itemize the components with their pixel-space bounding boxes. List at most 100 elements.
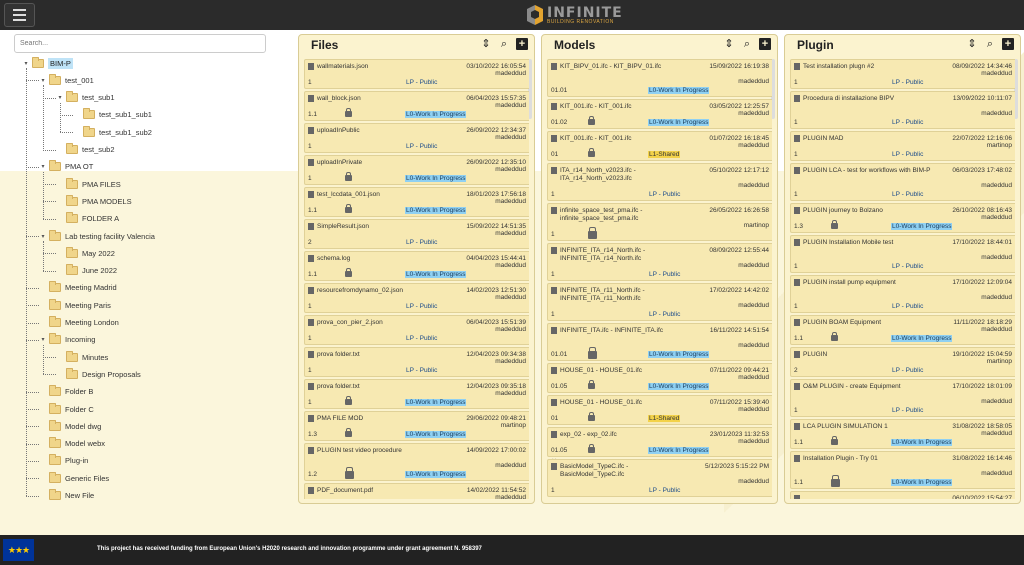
tree-node-label: PMA FILES — [82, 179, 121, 189]
list-item[interactable]: HOUSE_01 - HOUSE_01.ifc 07/11/2022 09:44:… — [547, 363, 772, 393]
collapse-toggle-icon[interactable]: ▾ — [22, 60, 30, 67]
tree-node[interactable]: test_sub1_sub2 — [73, 125, 152, 139]
document-icon — [308, 223, 314, 230]
sort-icon[interactable]: ⇕ — [480, 38, 492, 50]
lock-icon — [345, 428, 352, 437]
search-icon[interactable]: ⌕ — [741, 38, 753, 50]
document-icon — [794, 383, 800, 390]
tree-node[interactable]: PMA FILES — [56, 177, 121, 191]
tree-node[interactable]: ▾ Lab testing facility Valencia — [39, 229, 155, 243]
list-item[interactable]: LCA PLUGIN SIMULATION 1 31/08/2022 18:58:… — [790, 419, 1015, 449]
item-version: 1.1 — [794, 479, 804, 486]
tree-node[interactable]: test_sub2 — [56, 143, 115, 157]
status-badge: LP - Public — [892, 79, 924, 86]
sort-icon[interactable]: ⇕ — [966, 38, 978, 50]
tree-node[interactable]: Plug-in — [39, 454, 88, 468]
list-item[interactable]: PLUGIN BOAM Equipment 11/11/2022 18:18:29… — [790, 315, 1015, 345]
tree-node[interactable]: Model webx — [39, 437, 105, 451]
folder-icon — [49, 402, 61, 414]
tree-node[interactable]: PMA MODELS — [56, 194, 132, 208]
add-icon[interactable]: + — [759, 38, 771, 50]
tree-node[interactable]: Folder B — [39, 385, 93, 399]
collapse-toggle-icon[interactable]: ▾ — [39, 77, 47, 84]
item-name: test_lccdata_001.json — [317, 191, 380, 198]
collapse-toggle-icon[interactable]: ▾ — [39, 163, 47, 170]
tree-node[interactable]: ▾ test_sub1 — [56, 91, 115, 105]
list-item[interactable]: KIT_001.ifc - KIT_001.ifc 01/07/2022 16:1… — [547, 131, 772, 161]
list-item[interactable]: ITA_r14_North_v2023.ifc - ITA_r14_North_… — [547, 163, 772, 201]
list-item[interactable]: PLUGIN 19/10/2022 15:04:59 martinop 2 LP - P… — [790, 347, 1015, 377]
tree-node[interactable]: ▾ test_001 — [39, 73, 94, 87]
panel-plugin: Plugin ⇕ ⌕ + Test installation plugn #2 08/09… — [784, 34, 1021, 504]
collapse-toggle-icon[interactable]: ▾ — [56, 94, 64, 101]
tree-node[interactable]: Meeting London — [39, 316, 119, 330]
list-item[interactable]: 06/10/2022 15:54:271LP - Public — [790, 491, 1015, 499]
tree-node[interactable]: FOLDER A — [56, 212, 119, 226]
add-icon[interactable]: + — [516, 38, 528, 50]
sort-icon[interactable]: ⇕ — [723, 38, 735, 50]
list-item[interactable]: PLUGIN journey to Bolzano 26/10/2022 08:1… — [790, 203, 1015, 233]
search-input[interactable] — [14, 34, 266, 53]
tree-node-label: Meeting Paris — [65, 300, 111, 310]
list-item[interactable]: prova folder.txt 12/04/2023 09:34:38 maded… — [304, 347, 529, 377]
list-item[interactable]: INFINITE_ITA.ifc - INFINITE_ITA.ifc 16/11… — [547, 323, 772, 361]
list-item[interactable]: PLUGIN LCA - test for workflows with BIM… — [790, 163, 1015, 201]
list-item[interactable]: BasicModel_TypeC.ifc - BasicModel_TypeC.… — [547, 459, 772, 497]
tree-node[interactable]: ▾ Incoming — [39, 333, 95, 347]
list-item[interactable]: resourcefromdynamo_02.json 14/02/2023 12:… — [304, 283, 529, 313]
search-icon[interactable]: ⌕ — [498, 38, 510, 50]
list-item[interactable]: PLUGIN install pump equipment 17/10/2022 … — [790, 275, 1015, 313]
list-item[interactable]: infinite_space_test_pma.ifc - infinite_s… — [547, 203, 772, 241]
list-item[interactable]: uploadInPublic 26/09/2022 12:34:37 madeddu… — [304, 123, 529, 153]
tree-node-label: PMA MODELS — [82, 196, 132, 206]
add-icon[interactable]: + — [1002, 38, 1014, 50]
list-item[interactable]: PDF_document.pdf 14/02/2022 11:54:52 maded… — [304, 483, 529, 499]
tree-node[interactable]: test_sub1_sub1 — [73, 108, 152, 122]
document-icon — [794, 95, 800, 102]
tree-node[interactable]: Meeting Madrid — [39, 281, 117, 295]
tree-node[interactable]: Minutes — [56, 350, 108, 364]
item-version: 2 — [794, 367, 798, 374]
status-badge: L1-Shared — [648, 151, 681, 158]
list-item[interactable]: HOUSE_01 - HOUSE_01.ifc 07/11/2022 15:39:… — [547, 395, 772, 425]
list-item[interactable]: PMA FILE MOD 29/06/2022 09:48:21 martinop 1… — [304, 411, 529, 441]
list-item[interactable]: KIT_BIPV_01.ifc - KIT_BIPV_01.ifc 15/09/2… — [547, 59, 772, 97]
tree-node[interactable]: Design Proposals — [56, 367, 141, 381]
tree-node[interactable]: May 2022 — [56, 246, 115, 260]
tree-node[interactable]: Meeting Paris — [39, 298, 111, 312]
list-item[interactable]: INFINITE_ITA_r14_North.ifc - INFINITE_IT… — [547, 243, 772, 281]
list-item[interactable]: test_lccdata_001.json 18/01/2023 17:56:18… — [304, 187, 529, 217]
list-item[interactable]: prova folder.txt 12/04/2023 09:35:18 maded… — [304, 379, 529, 409]
list-item[interactable]: Procedura di installazione BIPV 13/09/202… — [790, 91, 1015, 129]
tree-node[interactable]: Model dwg — [39, 419, 101, 433]
item-date: 06/03/2023 17:48:02 — [952, 167, 1012, 174]
list-item[interactable]: SimpleResult.json 15/09/2022 14:51:35 made… — [304, 219, 529, 249]
tree-node[interactable]: Generic Files — [39, 471, 109, 485]
list-item[interactable]: Test installation plugn #2 08/09/2022 14:… — [790, 59, 1015, 89]
tree-node[interactable]: ▾ BIM-P — [22, 56, 73, 70]
item-version: 1.1 — [308, 111, 318, 118]
search-icon[interactable]: ⌕ — [984, 38, 996, 50]
list-item[interactable]: PLUGIN Installation Mobile test 17/10/202… — [790, 235, 1015, 273]
list-item[interactable]: Installation Plugin - Try 01 31/08/2022 1… — [790, 451, 1015, 489]
list-item[interactable]: wall_block.json 06/04/2023 15:57:35 madedd… — [304, 91, 529, 121]
tree-node[interactable]: Folder C — [39, 402, 94, 416]
tree-node[interactable]: June 2022 — [56, 264, 117, 278]
list-item[interactable]: KIT_001.ifc - KIT_001.ifc 03/05/2022 12:2… — [547, 99, 772, 129]
list-item[interactable]: exp_02 - exp_02.ifc 23/01/2023 11:32:53 ma… — [547, 427, 772, 457]
list-item[interactable]: O&M PLUGIN - create Equipment 17/10/2022 … — [790, 379, 1015, 417]
item-user: madeddud — [738, 478, 769, 485]
list-item[interactable]: schema.log 04/04/2023 15:44:41 madeddud 1.1… — [304, 251, 529, 281]
menu-button[interactable] — [4, 3, 35, 27]
list-item[interactable]: prova_con_pier_2.json 06/04/2023 15:51:39… — [304, 315, 529, 345]
collapse-toggle-icon[interactable]: ▾ — [39, 233, 47, 240]
collapse-toggle-icon[interactable]: ▾ — [39, 336, 47, 343]
tree-node[interactable]: ▾ PMA OT — [39, 160, 93, 174]
list-item[interactable]: INFINITE_ITA_r11_North.ifc - INFINITE_IT… — [547, 283, 772, 321]
list-item[interactable]: wallmaterials.json 03/10/2022 16:05:54 mad… — [304, 59, 529, 89]
tree-node-label: New File — [65, 491, 95, 500]
tree-node[interactable]: New File — [39, 489, 94, 503]
list-item[interactable]: PLUGIN test video procedure 14/09/2022 17… — [304, 443, 529, 481]
list-item[interactable]: uploadInPrivate 26/09/2022 12:35:10 madedd… — [304, 155, 529, 185]
list-item[interactable]: PLUGIN MAD 22/07/2022 12:16:06 martinop 1 LP… — [790, 131, 1015, 161]
